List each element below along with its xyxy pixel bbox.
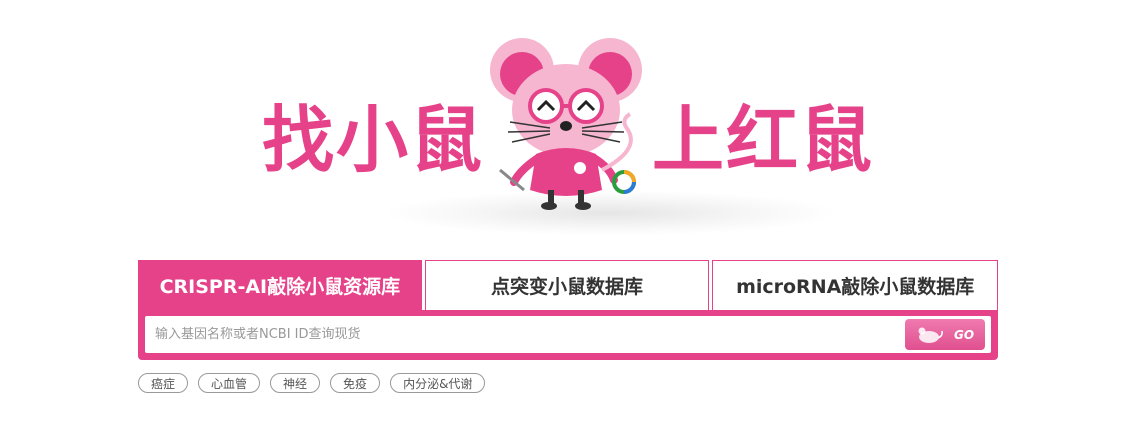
- search-input[interactable]: [155, 316, 895, 353]
- hero-banner: 找小鼠 上红鼠: [0, 0, 1140, 240]
- mouse-go-icon: [918, 327, 943, 343]
- tag-cancer[interactable]: 癌症: [138, 373, 189, 393]
- tab-microrna-knockout[interactable]: microRNA敲除小鼠数据库: [712, 260, 999, 310]
- search-panel: CRISPR-AI敲除小鼠资源库 点突变小鼠数据库 microRNA敲除小鼠数据…: [138, 260, 999, 360]
- slogan-left: 找小鼠: [262, 98, 485, 182]
- tag-cardiovascular[interactable]: 心血管: [198, 373, 261, 393]
- search-bar: GO: [138, 310, 998, 360]
- tag-immune[interactable]: 免疫: [330, 373, 381, 393]
- tag-endocrine-metabolism[interactable]: 内分泌&代谢: [390, 373, 486, 393]
- tag-neuro[interactable]: 神经: [270, 373, 321, 393]
- mascot-mouse-icon: [490, 38, 642, 210]
- search-field-container: GO: [145, 316, 991, 353]
- tab-crispr-ai-knockout[interactable]: CRISPR-AI敲除小鼠资源库: [138, 260, 422, 310]
- database-tabs: CRISPR-AI敲除小鼠资源库 点突变小鼠数据库 microRNA敲除小鼠数据…: [138, 260, 999, 310]
- category-tags: 癌症 心血管 神经 免疫 内分泌&代谢: [138, 373, 495, 393]
- tab-point-mutation[interactable]: 点突变小鼠数据库: [424, 260, 710, 310]
- slogan-right: 上红鼠: [652, 98, 875, 182]
- go-button[interactable]: GO: [905, 319, 985, 350]
- go-label: GO: [953, 327, 975, 342]
